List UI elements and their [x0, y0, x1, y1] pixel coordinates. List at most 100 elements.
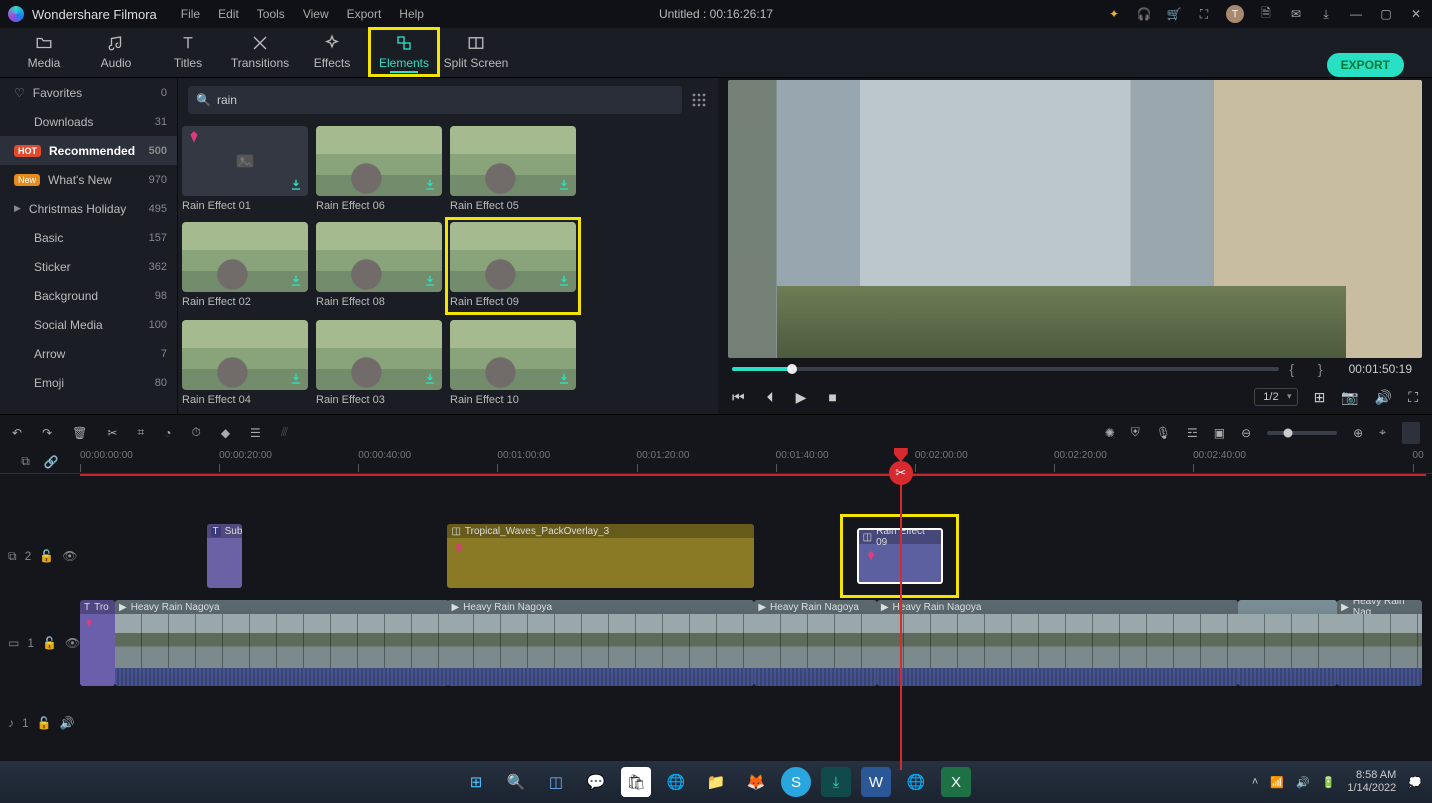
undo-icon[interactable]: ↶ [12, 426, 22, 440]
visibility-icon[interactable]: 👁 [65, 636, 80, 650]
thumbnail-card[interactable]: Rain Effect 01 [182, 126, 308, 212]
voiceover-icon[interactable]: 🎙 [1156, 426, 1171, 440]
clip-video[interactable]: TTro [80, 600, 115, 686]
thumbnail-image[interactable] [450, 222, 576, 292]
thumbnail-card[interactable]: Rain Effect 05 [450, 126, 576, 212]
sidebar-item-basic[interactable]: Basic157 [0, 223, 177, 252]
timeline-area[interactable]: ✂ ⧉ 2 🔓 👁 TSub ◫Tropical_Waves_PackOverl… [0, 474, 1432, 770]
export-button[interactable]: EXPORT [1327, 53, 1404, 77]
gift-icon[interactable]: ⛶ [1196, 6, 1212, 22]
clip-video[interactable]: ▶Heavy Rain Nagoya [877, 600, 1238, 686]
render-icon[interactable]: ✺ [1105, 426, 1115, 440]
menu-tools[interactable]: Tools [257, 7, 285, 21]
window-close-icon[interactable]: ✕ [1408, 6, 1424, 22]
marker-shield-icon[interactable]: ⛨ [1131, 425, 1140, 440]
preview-viewport[interactable] [728, 80, 1422, 358]
keyframe-icon[interactable]: ◆ [221, 426, 230, 440]
sidebar-item-sticker[interactable]: Sticker362 [0, 252, 177, 281]
thumbnail-card[interactable]: Rain Effect 10 [450, 320, 576, 406]
volume-icon[interactable]: 🔊 [1375, 389, 1392, 406]
mark-in-out-icon[interactable]: { } [1289, 361, 1332, 377]
prev-frame-icon[interactable]: ⏮ [732, 389, 745, 406]
clip-overlay[interactable]: ◫Tropical_Waves_PackOverlay_3 [447, 524, 754, 588]
tab-elements[interactable]: Elements [368, 27, 440, 77]
sidebar-item-emoji[interactable]: Emoji80 [0, 368, 177, 397]
clip-subtitle[interactable]: TSub [207, 524, 242, 588]
mixer-icon[interactable]: ☲ [1187, 426, 1198, 440]
chrome-icon[interactable]: 🌐 [661, 767, 691, 797]
message-icon[interactable]: ✉ [1288, 6, 1304, 22]
lock-icon[interactable]: 🔓 [37, 716, 52, 730]
grid-view-icon[interactable] [690, 91, 708, 109]
sidebar-item-socialmedia[interactable]: Social Media100 [0, 310, 177, 339]
thumbnail-card[interactable]: Rain Effect 03 [316, 320, 442, 406]
menu-help[interactable]: Help [399, 7, 424, 21]
crop-icon[interactable]: ⌗ [137, 425, 144, 440]
clip-video[interactable]: ▶Heavy Rain Nagoya [115, 600, 449, 686]
user-avatar[interactable]: T [1226, 5, 1244, 23]
taskview-icon[interactable]: ◫ [541, 767, 571, 797]
thumbnail-image[interactable] [182, 222, 308, 292]
tab-transitions[interactable]: Transitions [224, 27, 296, 77]
track-manage-icon[interactable]: ⧉ [21, 454, 30, 469]
fullscreen-icon[interactable]: ⛶ [1408, 389, 1418, 406]
scissors-icon[interactable]: ✂ [889, 461, 913, 485]
sidebar-item-whatsnew[interactable]: New What's New 970 [0, 165, 177, 194]
firefox-icon[interactable]: 🦊 [741, 767, 771, 797]
thumbnail-card[interactable]: Rain Effect 06 [316, 126, 442, 212]
zoom-fit-icon[interactable]: ⌖ [1379, 425, 1386, 440]
step-back-icon[interactable]: ⏴ [767, 389, 774, 406]
idea-icon[interactable]: ✦ [1106, 6, 1122, 22]
snapshot-icon[interactable]: 📷 [1341, 389, 1358, 406]
playhead[interactable]: ✂ [900, 450, 902, 770]
chrome2-icon[interactable]: 🌐 [901, 767, 931, 797]
thumbnail-card[interactable]: Rain Effect 02 [182, 222, 308, 310]
split-icon[interactable]: ✂ [107, 426, 117, 440]
lock-icon[interactable]: 🔓 [39, 549, 54, 563]
tab-media[interactable]: Media [8, 27, 80, 77]
explorer-icon[interactable]: 📁 [701, 767, 731, 797]
window-max-icon[interactable]: ▢ [1378, 6, 1394, 22]
delete-icon[interactable]: 🗑 [72, 426, 87, 440]
audio-wave-icon[interactable]: ⫻ [281, 425, 288, 440]
clip-video[interactable]: ▶Heavy Rain Nagoya [754, 600, 876, 686]
link-icon[interactable]: 🔗 [44, 455, 59, 469]
sidebar-item-recommended[interactable]: HOT Recommended 500 [0, 136, 177, 165]
preview-page-select[interactable]: 1/2 [1254, 388, 1297, 406]
thumbnail-card[interactable]: Rain Effect 08 [316, 222, 442, 310]
sidebar-item-arrow[interactable]: Arrow7 [0, 339, 177, 368]
thumbnail-card[interactable]: Rain Effect 09 [450, 222, 576, 310]
wifi-icon[interactable]: 📶 [1270, 776, 1284, 789]
support-icon[interactable]: 🎧 [1136, 6, 1152, 22]
visibility-icon[interactable]: 👁 [62, 549, 77, 563]
clip-video[interactable]: ▶Heavy Rain Nagoya [447, 600, 754, 686]
zoom-slider[interactable] [1267, 431, 1337, 435]
menu-view[interactable]: View [303, 7, 329, 21]
tab-splitscreen[interactable]: Split Screen [440, 27, 512, 77]
play-icon[interactable]: ▶ [796, 389, 807, 406]
download-icon[interactable]: ⤓ [1318, 6, 1334, 22]
search-input[interactable] [217, 93, 674, 107]
filmora-app-icon[interactable]: ⤓ [821, 767, 851, 797]
store-icon[interactable]: 🛍 [621, 767, 651, 797]
thumbnail-image[interactable] [182, 126, 308, 196]
thumbnail-image[interactable] [316, 222, 442, 292]
sidebar-item-background[interactable]: Background98 [0, 281, 177, 310]
sidebar-item-favorites[interactable]: ♡ Favorites 0 [0, 78, 177, 107]
thumbnail-image[interactable] [450, 320, 576, 390]
thumbnail-image[interactable] [316, 126, 442, 196]
word-icon[interactable]: W [861, 767, 891, 797]
tab-audio[interactable]: Audio [80, 27, 152, 77]
preview-seekbar[interactable] [732, 367, 1279, 371]
duration-icon[interactable]: ⏱ [191, 425, 200, 440]
zoom-in-icon[interactable]: ⊕ [1353, 426, 1363, 440]
thumbnail-image[interactable] [316, 320, 442, 390]
window-min-icon[interactable]: — [1348, 6, 1364, 22]
sidebar-item-christmas[interactable]: ▶ Christmas Holiday 495 [0, 194, 177, 223]
tab-effects[interactable]: Effects [296, 27, 368, 77]
lock-icon[interactable]: 🔓 [42, 636, 57, 650]
thumbnail-image[interactable] [182, 320, 308, 390]
stop-icon[interactable]: ■ [828, 389, 836, 405]
zoom-out-icon[interactable]: ⊖ [1241, 426, 1251, 440]
sidebar-item-downloads[interactable]: Downloads 31 [0, 107, 177, 136]
